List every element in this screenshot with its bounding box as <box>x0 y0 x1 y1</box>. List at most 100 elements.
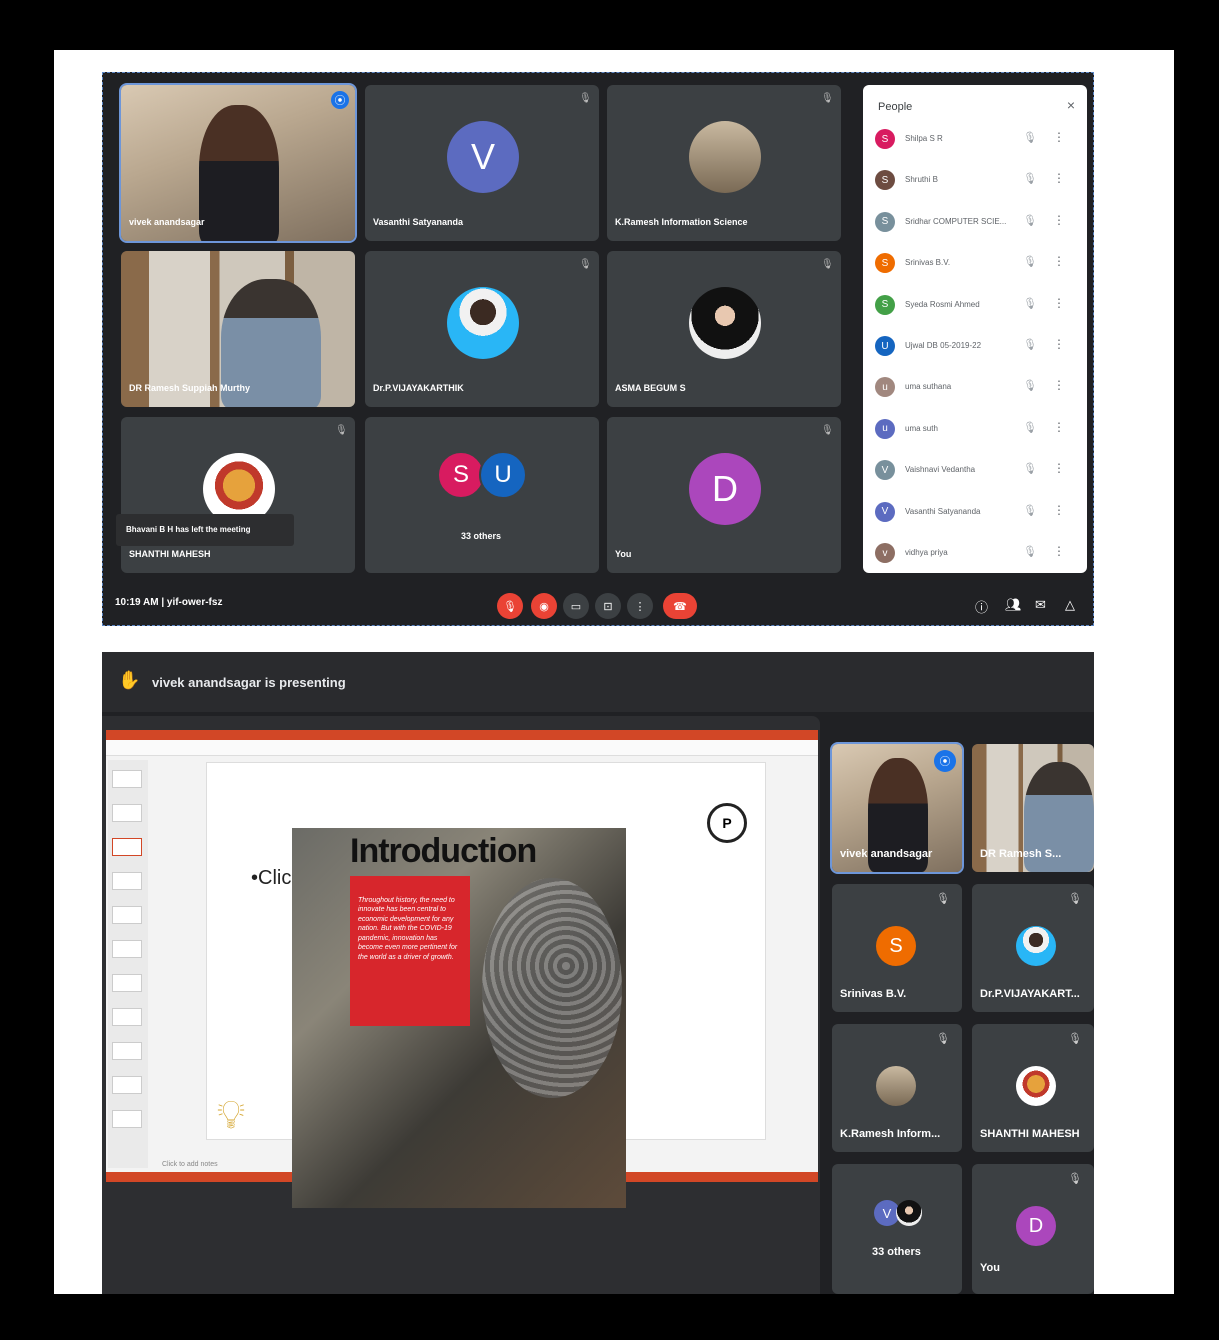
profile-photo <box>447 287 519 359</box>
participant-tile[interactable]: 🎙︎ Dr.P.VIJAYAKARTHIK <box>365 251 599 407</box>
mic-off-icon: 🎙︎ <box>579 93 592 104</box>
participant-name: SHANTHI MAHESH <box>129 549 211 559</box>
slide-thumbnail[interactable] <box>112 906 142 924</box>
participant-tile[interactable]: 🎙︎ ASMA BEGUM S <box>607 251 841 407</box>
meeting-presenting-view: ✋ vivek anandsagar is presenting •Clic P… <box>102 652 1094 1294</box>
slide-thumbnail[interactable] <box>112 1008 142 1026</box>
people-list-item[interactable]: u uma suth 🎙︎ ⋮ <box>875 418 1075 441</box>
side-tile[interactable]: 🎙︎ SHANTHI MAHESH <box>972 1024 1094 1152</box>
slide-image: Introduction Throughout history, the nee… <box>292 828 626 1208</box>
mic-toggle-button[interactable]: 🎙︎ <box>497 593 523 619</box>
side-tile-video[interactable]: ⦿ vivek anandsagar <box>830 742 964 874</box>
side-tile[interactable]: 🎙︎ K.Ramesh Inform... <box>832 1024 962 1152</box>
slide-thumbnail[interactable] <box>112 770 142 788</box>
more-options-icon[interactable]: ⋮ <box>1053 337 1065 351</box>
participant-tile-video[interactable]: ⦿ vivek anandsagar <box>119 83 357 243</box>
slide-thumbnail[interactable] <box>112 940 142 958</box>
mic-off-icon: 🎙︎ <box>821 93 834 104</box>
side-tile[interactable]: 🎙︎ Dr.P.VIJAYAKART... <box>972 884 1094 1012</box>
close-icon[interactable]: × <box>1067 97 1075 113</box>
people-list-item[interactable]: U Ujwal DB 05-2019-22 🎙︎ ⋮ <box>875 336 1075 358</box>
speaking-indicator-icon: ⦿ <box>934 750 956 772</box>
speaking-indicator-icon: ⦿ <box>331 91 349 109</box>
people-icon[interactable]: 👥︎ <box>1005 597 1022 613</box>
avatar: S <box>875 253 895 274</box>
mic-off-icon: 🎙︎ <box>1023 132 1037 144</box>
participant-tile[interactable]: 🎙︎ K.Ramesh Information Science <box>607 85 841 241</box>
participant-name: K.Ramesh Inform... <box>840 1128 941 1140</box>
slide-thumbnail[interactable] <box>112 1076 142 1094</box>
people-list-item[interactable]: S Syeda Rosmi Ahmed 🎙︎ ⋮ <box>875 294 1075 317</box>
avatar: V <box>875 460 895 481</box>
participant-tile-others[interactable]: S U 33 others <box>365 417 599 573</box>
participant-name: vivek anandsagar <box>840 848 933 860</box>
slide-thumbnail[interactable] <box>112 872 142 890</box>
people-list-item[interactable]: S Sridhar COMPUTER SCIE... 🎙︎ ⋮ <box>875 211 1075 234</box>
side-tile-video[interactable]: DR Ramesh S... <box>972 744 1094 872</box>
participant-name: 33 others <box>872 1246 921 1258</box>
participant-tile[interactable]: 🎙︎ V Vasanthi Satyananda <box>365 85 599 241</box>
side-tile[interactable]: 🎙︎ S Srinivas B.V. <box>832 884 962 1012</box>
slide-thumbnail[interactable] <box>112 804 142 822</box>
tunnel-boring-machine-image <box>482 878 622 1098</box>
meeting-time-code: 10:19 AM | yif-ower-fsz <box>115 597 223 608</box>
more-options-icon[interactable]: ⋮ <box>1053 544 1065 558</box>
people-list-item[interactable]: S Srinivas B.V. 🎙︎ ⋮ <box>875 253 1075 275</box>
avatar: S <box>875 129 895 149</box>
slide-thumbnail[interactable] <box>112 974 142 992</box>
more-options-icon[interactable]: ⋮ <box>1053 378 1065 392</box>
people-list-item[interactable]: v vidhya priya 🎙︎ ⋮ <box>875 543 1075 565</box>
participant-name: SHANTHI MAHESH <box>980 1128 1080 1140</box>
avatar: U <box>875 336 895 356</box>
slide-thumbnail-active[interactable] <box>112 838 142 856</box>
people-list-item[interactable]: V Vaishnavi Vedantha 🎙︎ ⋮ <box>875 460 1075 482</box>
people-list-item[interactable]: S Shilpa S R 🎙︎ ⋮ <box>875 129 1075 151</box>
participant-name: You <box>980 1262 1000 1274</box>
info-icon[interactable]: ⓘ <box>975 597 988 616</box>
participant-tile-self[interactable]: 🎙︎ D You <box>607 417 841 573</box>
participant-name: K.Ramesh Information Science <box>615 217 748 227</box>
more-options-icon[interactable]: ⋮ <box>1053 213 1065 227</box>
people-list-item[interactable]: u uma suthana 🎙︎ ⋮ <box>875 377 1075 399</box>
more-options-icon[interactable]: ⋮ <box>1053 461 1065 475</box>
people-list-item[interactable]: S Shruthi B 🎙︎ ⋮ <box>875 170 1075 192</box>
more-options-button[interactable]: ⋮ <box>627 593 653 619</box>
participant-name: Syeda Rosmi Ahmed <box>905 299 980 309</box>
more-options-icon[interactable]: ⋮ <box>1053 130 1065 144</box>
notes-placeholder[interactable]: Click to add notes <box>162 1161 218 1168</box>
avatar: u <box>875 418 895 439</box>
profile-photo <box>1016 926 1056 966</box>
side-tile-self[interactable]: 🎙︎ D You <box>972 1164 1094 1294</box>
participant-name: Srinivas B.V. <box>840 988 907 1000</box>
side-tile-others[interactable]: V 33 others <box>832 1164 962 1294</box>
participant-tile-video[interactable]: DR Ramesh Suppiah Murthy <box>121 251 355 407</box>
more-options-icon[interactable]: ⋮ <box>1053 171 1065 185</box>
participant-name: uma suthana <box>905 382 952 392</box>
chat-icon[interactable]: ✉ <box>1035 597 1046 613</box>
profile-photo <box>689 287 761 359</box>
lightbulb-icon: 💡︎ <box>217 1093 245 1137</box>
activities-icon[interactable]: △ <box>1065 597 1075 613</box>
participant-name: 33 others <box>461 531 502 541</box>
slide-thumbnail[interactable] <box>112 1110 142 1128</box>
leave-call-button[interactable]: ☎ <box>663 593 697 619</box>
more-options-icon[interactable]: ⋮ <box>1053 254 1065 268</box>
captions-button[interactable]: ▭ <box>563 593 589 619</box>
more-options-icon[interactable]: ⋮ <box>1053 420 1065 434</box>
notification-toast: Bhavani B H has left the meeting <box>116 514 294 546</box>
mic-off-icon: 🎙︎ <box>1023 256 1037 269</box>
more-options-icon[interactable]: ⋮ <box>1053 296 1065 310</box>
mic-off-icon: 🎙︎ <box>1023 173 1037 186</box>
slide-body-text: Throughout history, the need to innovate… <box>350 876 470 1026</box>
participant-tile[interactable]: 🎙︎ SHANTHI MAHESH <box>121 417 355 573</box>
present-button[interactable]: ⊡ <box>595 593 621 619</box>
mic-off-icon: 🎙︎ <box>1023 463 1037 476</box>
camera-toggle-button[interactable]: ◉ <box>531 593 557 619</box>
mic-off-icon: 🎙︎ <box>1068 1033 1082 1045</box>
more-options-icon[interactable]: ⋮ <box>1053 503 1065 517</box>
people-list-item[interactable]: V Vasanthi Satyananda 🎙︎ ⋮ <box>875 501 1075 524</box>
slide-thumbnail[interactable] <box>112 1042 142 1060</box>
avatar: S <box>875 170 895 191</box>
participant-name: You <box>615 549 632 559</box>
ppt-ribbon <box>106 740 818 756</box>
